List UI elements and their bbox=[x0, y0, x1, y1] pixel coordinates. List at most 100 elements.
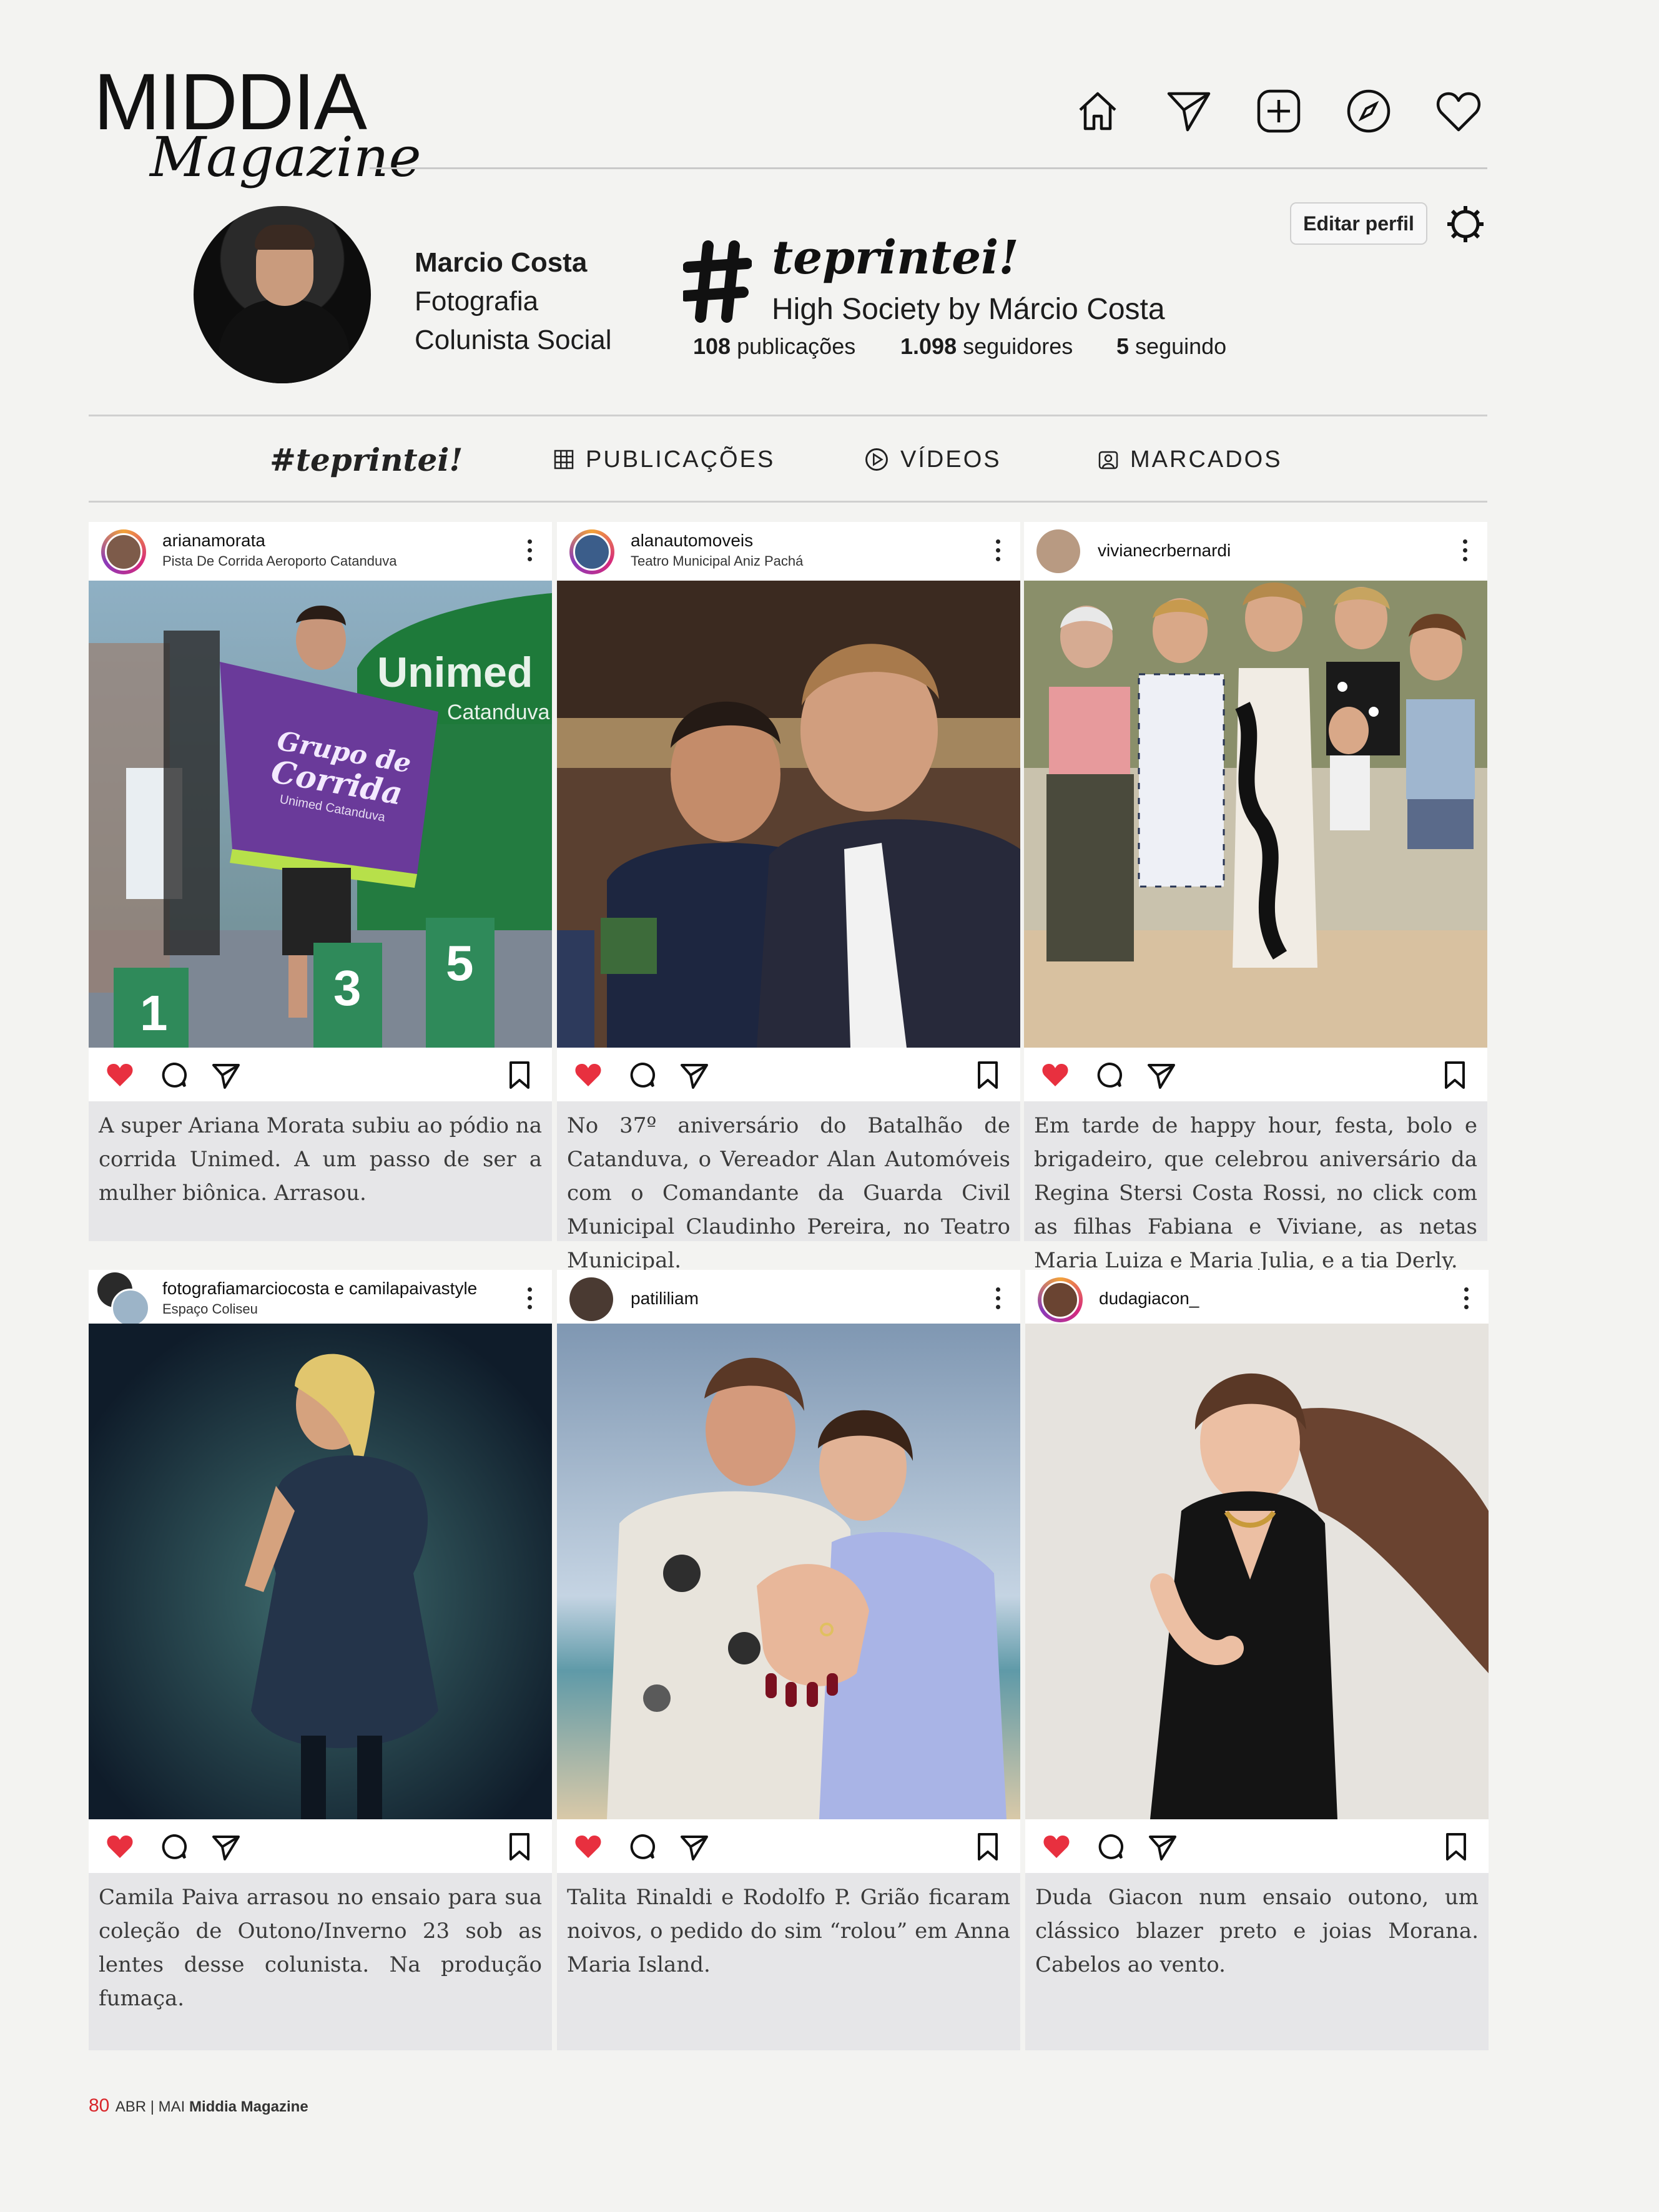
post-location[interactable]: Espaço Coliseu bbox=[162, 1301, 258, 1317]
more-options-icon[interactable] bbox=[994, 1287, 1002, 1312]
post-username[interactable]: patililiam bbox=[631, 1289, 699, 1309]
profile-info: Marcio Costa Fotografia Colunista Social bbox=[415, 243, 612, 360]
post-username[interactable]: fotografiamarciocosta e camilapaivastyle bbox=[162, 1279, 477, 1299]
comment-icon[interactable] bbox=[627, 1832, 657, 1862]
post-actions bbox=[89, 1048, 552, 1101]
send-icon[interactable] bbox=[1164, 86, 1214, 136]
user-avatar[interactable] bbox=[569, 529, 614, 574]
posts-label: publicações bbox=[737, 333, 856, 359]
user-avatar[interactable] bbox=[1036, 529, 1080, 573]
like-heart-icon[interactable] bbox=[105, 1060, 135, 1090]
share-icon[interactable] bbox=[679, 1832, 709, 1862]
post-header: dudagiacon_ bbox=[1025, 1270, 1489, 1329]
post-caption: A super Ariana Morata subiu ao pódio na … bbox=[89, 1101, 552, 1241]
more-options-icon[interactable] bbox=[994, 539, 1002, 564]
comment-icon[interactable] bbox=[159, 1832, 189, 1862]
post-actions bbox=[1025, 1819, 1489, 1873]
bookmark-icon[interactable] bbox=[973, 1832, 1003, 1862]
post-actions bbox=[1024, 1048, 1487, 1101]
user-avatar-secondary[interactable] bbox=[111, 1289, 150, 1327]
profile-avatar bbox=[194, 206, 371, 383]
post-caption: Em tarde de happy hour, festa, bolo e br… bbox=[1024, 1101, 1487, 1273]
user-avatar[interactable] bbox=[1038, 1277, 1083, 1322]
post-actions bbox=[557, 1048, 1020, 1101]
post-header: vivianecrbernardi bbox=[1024, 522, 1487, 581]
posts-count: 108 bbox=[693, 333, 731, 359]
tab-publicacoes-label: PUBLICAÇÕES bbox=[586, 446, 775, 473]
tab-marcados-label: MARCADOS bbox=[1130, 446, 1282, 473]
post-card: fotografiamarciocosta e camilapaivastyle… bbox=[89, 1270, 552, 2050]
like-heart-icon[interactable] bbox=[105, 1832, 135, 1862]
add-post-icon[interactable] bbox=[1254, 86, 1304, 136]
settings-gear-icon[interactable] bbox=[1446, 205, 1485, 243]
more-options-icon[interactable] bbox=[1461, 539, 1469, 564]
post-photo[interactable] bbox=[1024, 581, 1487, 1048]
magazine-subtitle: Magazine bbox=[150, 125, 421, 189]
post-photo[interactable] bbox=[557, 581, 1020, 1048]
more-options-icon[interactable] bbox=[1462, 1287, 1470, 1312]
comment-icon[interactable] bbox=[1094, 1060, 1124, 1090]
share-icon[interactable] bbox=[1146, 1060, 1176, 1090]
tab-teprintei[interactable]: #teprintei! bbox=[270, 441, 463, 478]
post-caption: No 37º aniversário do Batalhão de Catand… bbox=[557, 1101, 1020, 1273]
post-username[interactable]: alanautomoveis bbox=[631, 531, 753, 551]
bookmark-icon[interactable] bbox=[1440, 1060, 1470, 1090]
tab-publicacoes[interactable]: PUBLICAÇÕES bbox=[553, 441, 775, 478]
post-photo[interactable] bbox=[89, 1324, 552, 1819]
user-avatar[interactable] bbox=[101, 529, 146, 574]
post-location[interactable]: Teatro Municipal Aniz Pachá bbox=[631, 553, 803, 569]
bookmark-icon[interactable] bbox=[505, 1832, 534, 1862]
share-icon[interactable] bbox=[211, 1060, 241, 1090]
bookmark-icon[interactable] bbox=[973, 1060, 1003, 1090]
profile-role: Colunista Social bbox=[415, 325, 612, 355]
following-label: seguindo bbox=[1135, 333, 1227, 359]
followers-label: seguidores bbox=[963, 333, 1073, 359]
post-header: alanautomoveis Teatro Municipal Aniz Pac… bbox=[557, 522, 1020, 581]
post-username[interactable]: dudagiacon_ bbox=[1099, 1289, 1199, 1309]
profile-tag-subtitle: High Society by Márcio Costa bbox=[772, 293, 1165, 326]
post-photo[interactable] bbox=[1025, 1324, 1489, 1819]
home-icon[interactable] bbox=[1073, 86, 1123, 136]
followers-count: 1.098 bbox=[900, 333, 957, 359]
more-options-icon[interactable] bbox=[526, 539, 533, 564]
post-card: vivianecrbernardi Em tarde de happy hour… bbox=[1024, 522, 1487, 1273]
like-heart-icon[interactable] bbox=[573, 1060, 603, 1090]
post-actions bbox=[89, 1819, 552, 1873]
post-photo[interactable]: Unimed Catanduva Grupo de Corrida Unimed… bbox=[89, 581, 552, 1048]
tagged-person-icon bbox=[1098, 451, 1118, 469]
post-card: patililiam Talita Rinaldi e Rodolfo P. G… bbox=[557, 1270, 1020, 2050]
following-stat[interactable]: 5 seguindo bbox=[1116, 333, 1226, 360]
post-location[interactable]: Pista De Corrida Aeroporto Catanduva bbox=[162, 553, 396, 569]
tab-marcados[interactable]: MARCADOS bbox=[1098, 441, 1282, 478]
heart-icon[interactable] bbox=[1434, 86, 1484, 136]
bookmark-icon[interactable] bbox=[1441, 1832, 1471, 1862]
comment-icon[interactable] bbox=[159, 1060, 189, 1090]
comment-icon[interactable] bbox=[1095, 1832, 1125, 1862]
comment-icon[interactable] bbox=[627, 1060, 657, 1090]
edit-profile-button[interactable]: Editar perfil bbox=[1290, 202, 1427, 245]
post-username[interactable]: vivianecrbernardi bbox=[1098, 541, 1231, 561]
issue-label: ABR | MAI bbox=[115, 2098, 185, 2115]
explore-icon[interactable] bbox=[1344, 86, 1394, 136]
share-icon[interactable] bbox=[679, 1060, 709, 1090]
page-footer: 80 ABR | MAI Middia Magazine bbox=[89, 2095, 308, 2116]
more-options-icon[interactable] bbox=[526, 1287, 533, 1312]
post-photo[interactable] bbox=[557, 1324, 1020, 1819]
header-divider bbox=[370, 167, 1487, 169]
share-icon[interactable] bbox=[1148, 1832, 1178, 1862]
followers-stat[interactable]: 1.098 seguidores bbox=[900, 333, 1073, 360]
post-card: alanautomoveis Teatro Municipal Aniz Pac… bbox=[557, 522, 1020, 1273]
tab-videos[interactable]: VÍDEOS bbox=[864, 441, 1002, 478]
like-heart-icon[interactable] bbox=[1041, 1832, 1071, 1862]
following-count: 5 bbox=[1116, 333, 1130, 359]
posts-stat: 108 publicações bbox=[693, 333, 855, 360]
tabs-divider bbox=[89, 501, 1487, 503]
bookmark-icon[interactable] bbox=[505, 1060, 534, 1090]
like-heart-icon[interactable] bbox=[1040, 1060, 1070, 1090]
post-username[interactable]: arianamorata bbox=[162, 531, 265, 551]
like-heart-icon[interactable] bbox=[573, 1832, 603, 1862]
user-avatar[interactable] bbox=[569, 1277, 613, 1321]
post-caption: Talita Rinaldi e Rodolfo P. Grião ficara… bbox=[557, 1873, 1020, 2050]
share-icon[interactable] bbox=[211, 1832, 241, 1862]
post-header: arianamorata Pista De Corrida Aeroporto … bbox=[89, 522, 552, 581]
